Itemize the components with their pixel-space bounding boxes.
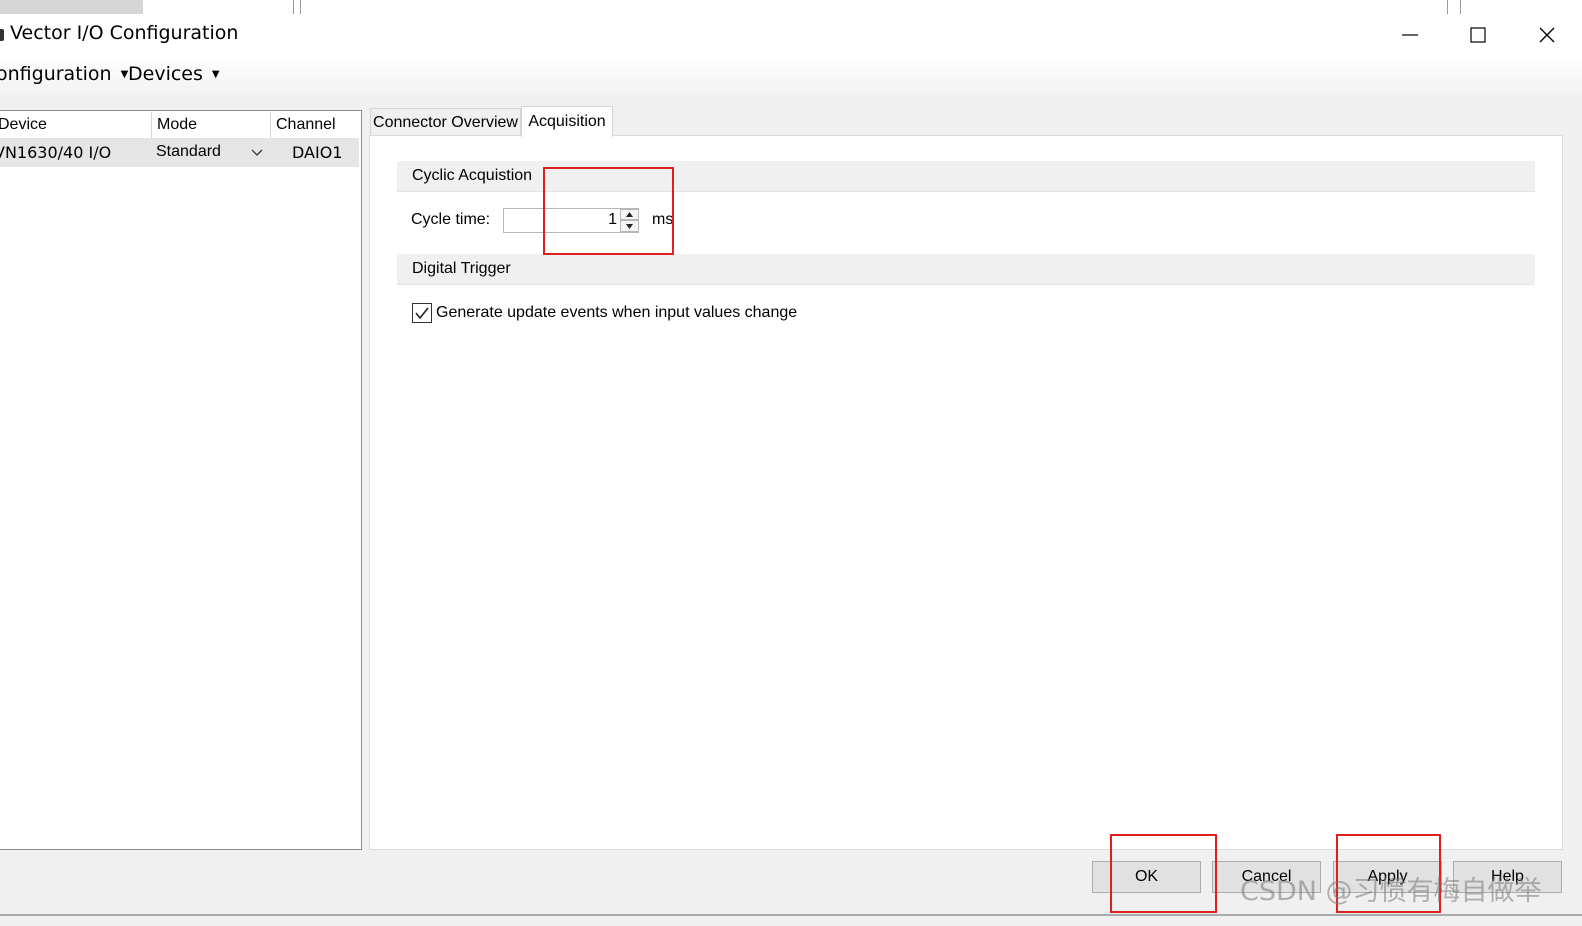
column-header-device[interactable]: Device <box>0 112 152 138</box>
generate-events-checkbox[interactable] <box>412 303 432 323</box>
spin-down-button[interactable] <box>620 220 639 232</box>
caret-down-icon: ▼ <box>211 68 220 80</box>
column-header-label: Device <box>0 116 47 133</box>
tab-acquisition[interactable]: Acquisition <box>521 106 613 137</box>
cycle-time-unit: ms <box>652 211 674 228</box>
cycle-time-value: 1 <box>608 211 617 228</box>
mode-cell[interactable]: Standard <box>156 143 221 161</box>
spin-down-icon <box>626 224 633 229</box>
window-title: Vector I/O Configuration <box>10 22 239 44</box>
menu-bar <box>0 56 1582 96</box>
divider <box>1460 0 1461 14</box>
tab-label: Acquisition <box>528 113 606 130</box>
tab-panel <box>369 135 1563 850</box>
window-bottom-border <box>0 914 1582 916</box>
divider <box>1447 0 1448 14</box>
spin-up-button[interactable] <box>620 209 639 220</box>
ok-button[interactable]: OK <box>1092 861 1201 893</box>
menu-configuration-label: onfiguration <box>0 63 112 85</box>
watermark: CSDN @习惯有梅自做举 <box>1240 876 1542 907</box>
background-window-strip <box>0 0 1582 15</box>
minimize-icon <box>1402 34 1418 36</box>
section-title: Digital Trigger <box>412 260 511 277</box>
section-digital-trigger: Digital Trigger <box>397 254 1535 285</box>
divider <box>300 0 301 14</box>
checkmark-icon <box>415 307 429 320</box>
generate-events-label[interactable]: Generate update events when input values… <box>436 304 797 322</box>
tab-label: Connector Overview <box>373 113 518 131</box>
maximize-icon <box>1470 27 1486 43</box>
minimize-button[interactable] <box>1376 14 1444 56</box>
close-button[interactable] <box>1513 14 1581 56</box>
maximize-button[interactable] <box>1444 14 1512 56</box>
menu-configuration[interactable]: onfiguration ▼ <box>0 61 128 87</box>
column-header-label: Mode <box>157 116 198 133</box>
chevron-down-icon <box>251 149 263 156</box>
background-tab <box>0 0 143 14</box>
divider <box>293 0 294 14</box>
device-cell: VN1630/40 I/O <box>0 143 112 162</box>
device-grid <box>0 110 362 850</box>
menu-devices-label: Devices <box>128 63 203 85</box>
channel-cell: DAIO1 <box>292 143 343 162</box>
ok-button-label: OK <box>1134 868 1159 885</box>
section-cyclic-acquisition: Cyclic Acquistion <box>397 161 1535 192</box>
section-title: Cyclic Acquistion <box>412 167 533 184</box>
tab-connector-overview[interactable]: Connector Overview <box>370 108 521 136</box>
column-header-label: Channel <box>276 116 336 133</box>
close-icon <box>1539 27 1555 43</box>
spin-up-icon <box>626 212 633 217</box>
column-header-mode[interactable]: Mode <box>152 112 271 138</box>
app-icon <box>0 29 4 41</box>
menu-devices[interactable]: Devices ▼ <box>128 61 220 87</box>
mode-dropdown[interactable] <box>250 145 264 163</box>
cycle-time-label: Cycle time: <box>411 211 491 228</box>
column-header-channel[interactable]: Channel <box>271 112 359 138</box>
